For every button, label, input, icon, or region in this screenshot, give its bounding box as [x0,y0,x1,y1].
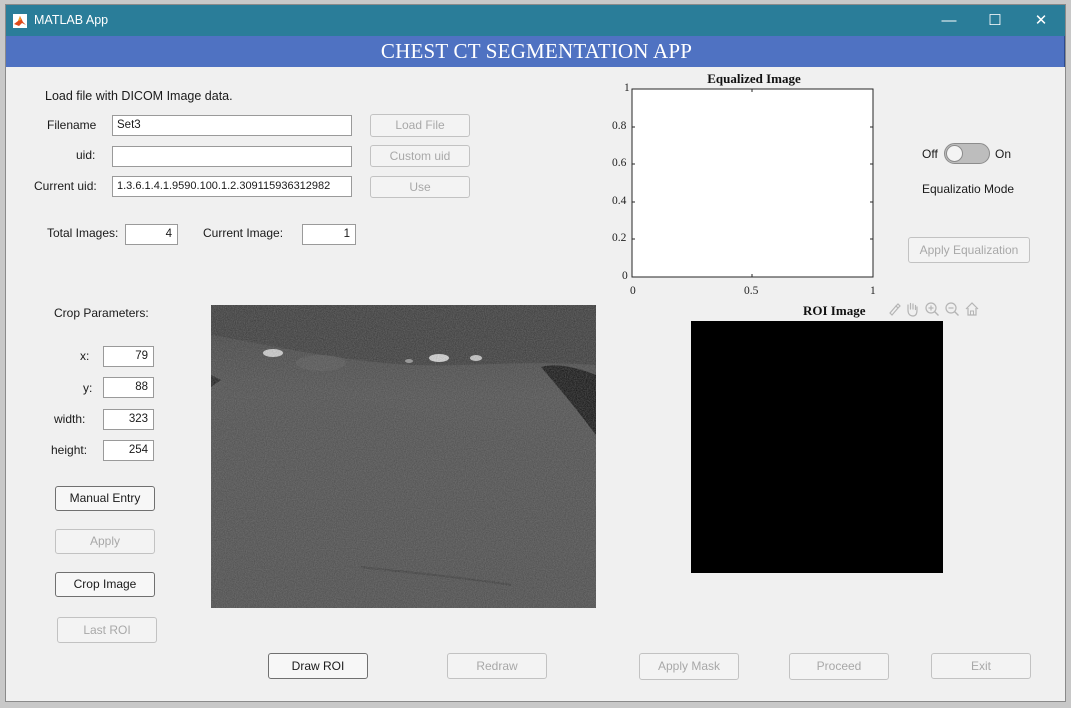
uid-field[interactable] [112,146,352,167]
maximize-button[interactable]: ☐ [972,5,1018,36]
toggle-knob [946,145,963,162]
matlab-logo-icon [13,14,27,28]
crop-x-label: x: [80,349,90,363]
close-button[interactable]: ✕ [1018,5,1064,36]
load-heading: Load file with DICOM Image data. [45,89,233,103]
y-tick-0: 0 [622,270,628,282]
apply-equalization-button[interactable]: Apply Equalization [908,237,1030,263]
apply-crop-button[interactable]: Apply [55,529,155,554]
crop-y-field[interactable]: 88 [103,377,154,398]
switch-on-label: On [995,147,1012,161]
x-tick-0: 0 [630,285,636,297]
window-title: MATLAB App [34,13,109,27]
zoom-in-icon[interactable] [924,301,940,317]
manual-entry-button[interactable]: Manual Entry [55,486,155,511]
total-images-field[interactable]: 4 [125,224,178,245]
current-uid-field[interactable]: 1.3.6.1.4.1.9590.100.1.2.309115936312982 [112,176,352,197]
axes-toolbar [887,299,987,319]
equalization-toggle[interactable] [944,143,990,164]
ct-image [211,305,596,608]
equalized-image-axes [631,88,874,278]
x-tick-0.5: 0.5 [744,285,759,297]
brush-icon[interactable] [887,301,903,317]
custom-uid-button[interactable]: Custom uid [370,145,470,167]
y-tick-0.2: 0.2 [612,232,627,244]
app-window: MATLAB App — ☐ ✕ CHEST CT SEGMENTATION A… [5,4,1066,702]
minimize-button[interactable]: — [926,5,972,36]
crop-heading: Crop Parameters: [54,306,149,320]
proceed-button[interactable]: Proceed [789,653,889,680]
current-image-field[interactable]: 1 [302,224,356,245]
switch-off-label: Off [922,147,938,161]
crop-height-label: height: [51,443,88,457]
total-images-label: Total Images: [47,226,119,240]
draw-roi-button[interactable]: Draw ROI [268,653,368,679]
exit-button[interactable]: Exit [931,653,1031,679]
filename-label: Filename [47,118,97,132]
y-tick-0.4: 0.4 [612,195,627,207]
use-button[interactable]: Use [370,176,470,198]
crop-y-label: y: [83,381,93,395]
zoom-out-icon[interactable] [944,301,960,317]
roi-image [691,321,943,573]
crop-height-field[interactable]: 254 [103,440,154,461]
current-uid-label: Current uid: [34,179,97,193]
x-tick-1: 1 [870,285,876,297]
y-tick-1: 1 [624,82,630,94]
uid-label: uid: [76,148,96,162]
redraw-button[interactable]: Redraw [447,653,547,679]
y-tick-0.6: 0.6 [612,157,627,169]
crop-width-field[interactable]: 323 [103,409,154,430]
current-image-label: Current Image: [203,226,284,240]
crop-image-button[interactable]: Crop Image [55,572,155,597]
load-file-button[interactable]: Load File [370,114,470,137]
roi-image-title: ROI Image [803,303,866,318]
pan-hand-icon[interactable] [904,301,920,317]
equalization-mode-label: Equalizatio Mode [922,182,1015,196]
last-roi-button[interactable]: Last ROI [57,617,157,643]
crop-width-label: width: [54,412,86,426]
title-bar: MATLAB App — ☐ ✕ [6,5,1065,36]
y-tick-0.8: 0.8 [612,120,627,132]
filename-field[interactable]: Set3 [112,115,352,136]
crop-x-field[interactable]: 79 [103,346,154,367]
app-banner: CHEST CT SEGMENTATION APP [6,36,1065,67]
home-icon[interactable] [964,301,980,317]
apply-mask-button[interactable]: Apply Mask [639,653,739,680]
banner-edge [1064,36,1065,67]
